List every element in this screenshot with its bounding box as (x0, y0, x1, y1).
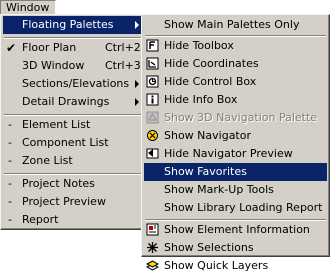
element-information-icon (146, 223, 159, 236)
menu-item-sections-elevations[interactable]: Sections/Elevations (3, 75, 145, 93)
menu-item-3d-window[interactable]: 3D Window Ctrl+3 (3, 57, 145, 75)
dash-icon: - (8, 195, 12, 208)
navigator-icon (147, 130, 158, 141)
dash-icon: - (8, 213, 12, 226)
menu-item-show-main-palettes-only[interactable]: Show Main Palettes Only (144, 16, 327, 34)
submenu-arrow-icon (135, 80, 139, 88)
submenu-arrow-icon (135, 21, 139, 29)
menu-item-show-library-loading-report[interactable]: Show Library Loading Report (144, 199, 327, 217)
window-menu: Floating Palettes ✔ Floor Plan Ctrl+2 3D… (0, 14, 148, 230)
menu-item-show-favorites[interactable]: Show Favorites (144, 163, 327, 181)
dash-icon: - (8, 118, 12, 131)
menu-item-detail-drawings[interactable]: Detail Drawings (3, 93, 145, 111)
menu-item-zone-list[interactable]: - Zone List (3, 152, 145, 170)
dash-icon: - (8, 136, 12, 149)
menu-item-project-notes[interactable]: - Project Notes (3, 175, 145, 193)
menu-item-component-list[interactable]: - Component List (3, 134, 145, 152)
navigator-preview-icon (146, 148, 159, 159)
menu-item-show-mark-up-tools[interactable]: Show Mark-Up Tools (144, 181, 327, 199)
selections-icon (147, 242, 158, 253)
toolbox-icon (146, 39, 159, 52)
window-menu-title[interactable]: Window (6, 1, 49, 14)
menu-item-show-3d-navigation-palette[interactable]: Show 3D Navigation Palette (144, 109, 327, 127)
dash-icon: - (8, 177, 12, 190)
coordinates-icon (146, 57, 159, 70)
quick-layers-icon (146, 260, 159, 271)
submenu-arrow-icon (135, 98, 139, 106)
menu-item-hide-toolbox[interactable]: Hide Toolbox (144, 37, 327, 55)
3d-navigation-icon (146, 111, 159, 124)
dash-icon: - (8, 154, 12, 167)
menu-item-show-selections[interactable]: Show Selections (144, 239, 327, 257)
checkmark-icon: ✔ (6, 41, 17, 55)
menu-item-project-preview[interactable]: - Project Preview (3, 193, 145, 211)
menu-item-hide-info-box[interactable]: Hide Info Box (144, 91, 327, 109)
menu-item-show-element-information[interactable]: Show Element Information (144, 221, 327, 239)
menu-item-floating-palettes[interactable]: Floating Palettes (3, 16, 145, 34)
menu-item-floor-plan[interactable]: ✔ Floor Plan Ctrl+2 (3, 39, 145, 57)
menu-item-element-list[interactable]: - Element List (3, 116, 145, 134)
menu-item-hide-navigator-preview[interactable]: Hide Navigator Preview (144, 145, 327, 163)
floating-palettes-submenu: Show Main Palettes Only Hide Toolbox Hid… (141, 14, 330, 272)
menu-item-report[interactable]: - Report (3, 211, 145, 229)
menu-bar: Window (0, 0, 56, 15)
control-box-icon (146, 75, 159, 88)
info-box-icon (146, 93, 159, 106)
menu-item-show-navigator[interactable]: Show Navigator (144, 127, 327, 145)
menu-item-hide-coordinates[interactable]: Hide Coordinates (144, 55, 327, 73)
menu-item-hide-control-box[interactable]: Hide Control Box (144, 73, 327, 91)
menu-item-show-quick-layers[interactable]: Show Quick Layers (144, 257, 327, 275)
